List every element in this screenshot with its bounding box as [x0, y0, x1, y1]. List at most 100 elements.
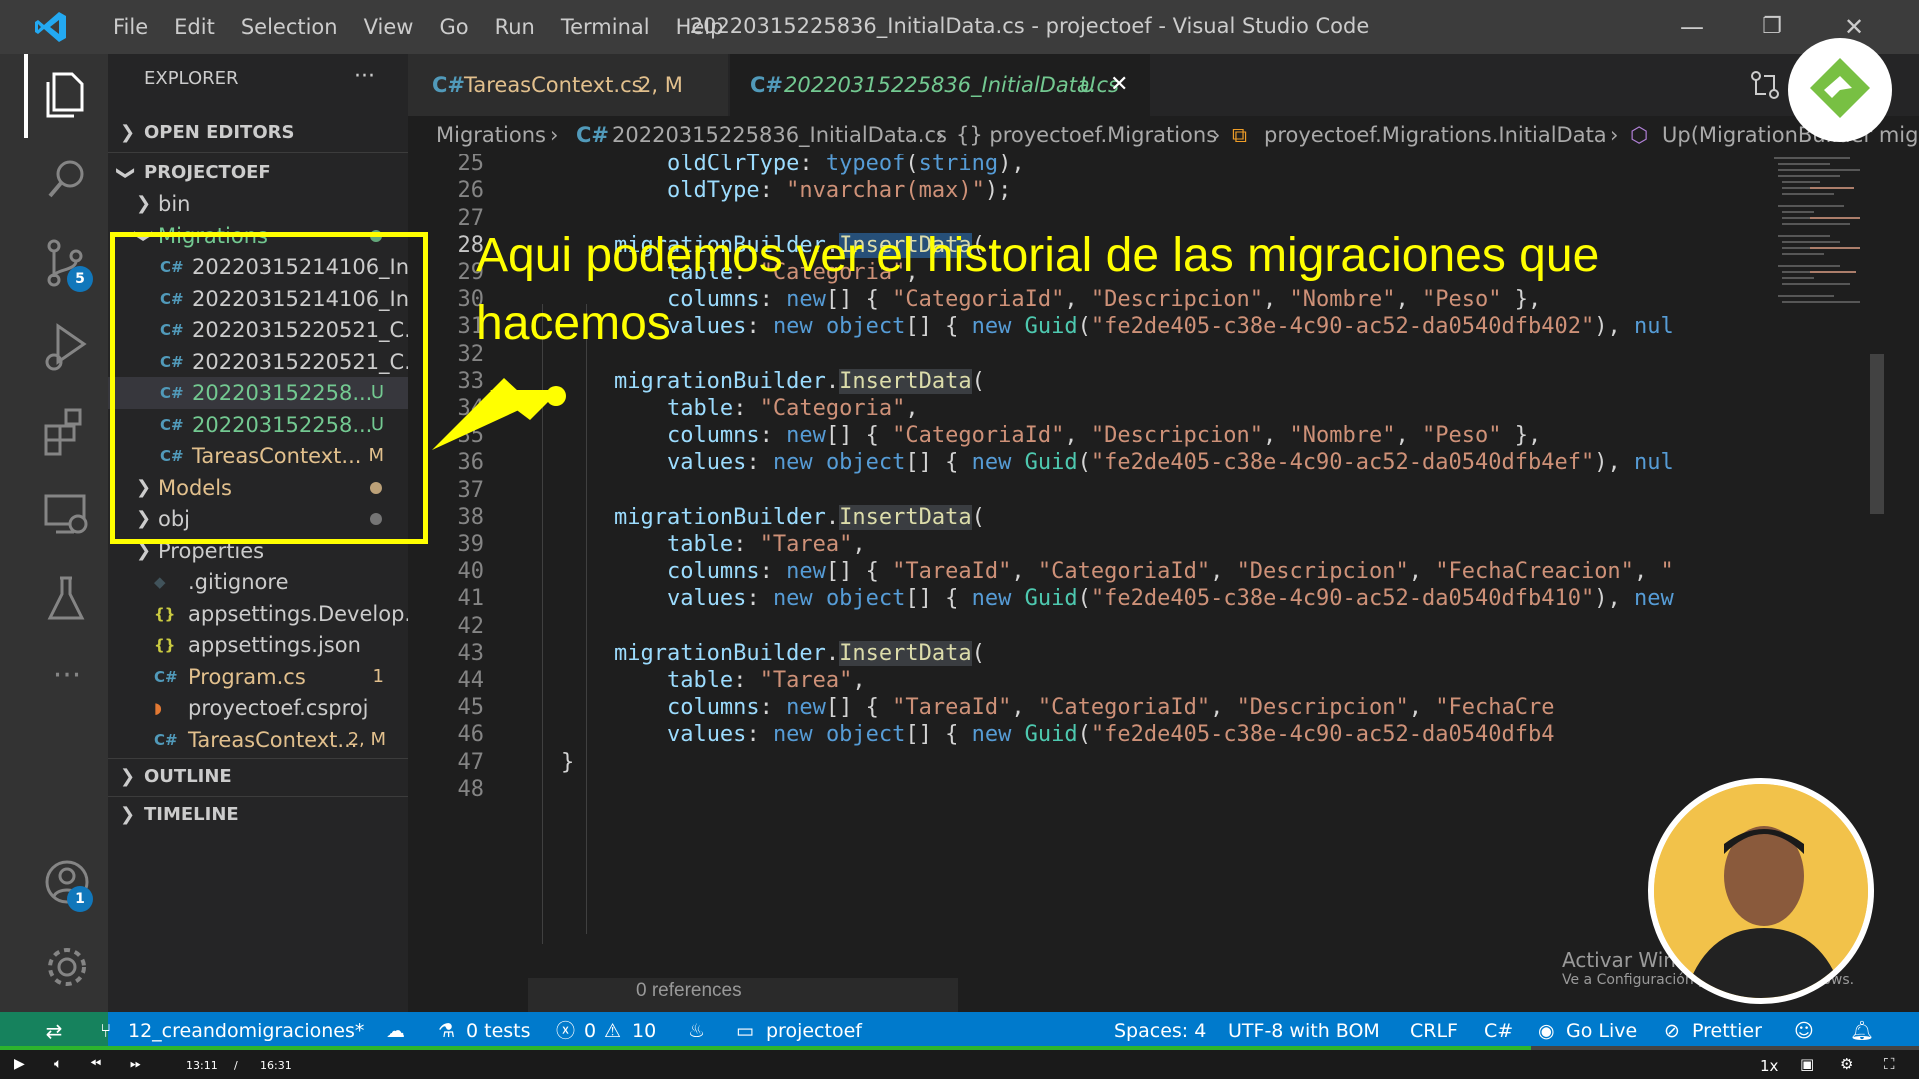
- tree-file[interactable]: ◗ proyectoef.csproj: [108, 692, 408, 724]
- playback-speed[interactable]: 1x: [1760, 1057, 1778, 1075]
- chevron-right-icon: ›: [1212, 123, 1221, 147]
- code-line: migrationBuilder.InsertData(: [613, 504, 985, 530]
- code-line: oldClrType: typeof(string),: [666, 154, 1025, 177]
- tree-item-label: proyectoef.csproj: [188, 696, 369, 720]
- ellipsis-icon[interactable]: ···: [34, 658, 100, 716]
- code-line: columns: new[] { "CategoriaId", "Descrip…: [666, 423, 1542, 449]
- code-line: columns: new[] { "TareaId", "CategoriaId…: [666, 695, 1555, 721]
- branch-name[interactable]: 12_creandomigraciones*: [128, 1012, 364, 1050]
- volume-icon[interactable]: 🔈︎: [54, 1056, 62, 1072]
- tree-file[interactable]: {} appsettings.Develop...: [108, 598, 424, 630]
- error-count[interactable]: 0: [584, 1012, 596, 1050]
- run-debug-icon[interactable]: [34, 318, 100, 376]
- diamond-logo-icon: [1810, 58, 1870, 118]
- json-file-icon: {}: [154, 604, 176, 623]
- chevron-right-icon: ❯: [120, 804, 136, 825]
- gear-icon[interactable]: [34, 938, 100, 996]
- timeline-section[interactable]: ❯ TIMELINE: [108, 798, 408, 832]
- indentation-status[interactable]: Spaces: 4: [1114, 1012, 1206, 1050]
- code-line: values: new object[] { new Guid("fe2de40…: [666, 722, 1555, 748]
- breadcrumb-item[interactable]: proyectoef.Migrations.InitialData: [1264, 116, 1607, 154]
- tab-label: 20220315225836_InitialData.cs: [784, 73, 1119, 97]
- status-bar: ⇄ ⑂ 12_creandomigraciones* ☁ ⚗ 0 tests ⓧ…: [0, 1012, 1919, 1050]
- explorer-more-button[interactable]: ···: [354, 64, 375, 89]
- fullscreen-icon[interactable]: ⛶: [1884, 1055, 1895, 1073]
- tree-item-label: TareasContext...: [188, 727, 358, 752]
- rewind-icon[interactable]: ⏪︎: [90, 1056, 101, 1072]
- tree-folder[interactable]: ❯ bin: [108, 188, 408, 220]
- line-number: 26: [457, 178, 485, 204]
- restore-button[interactable]: ❐: [1752, 10, 1792, 44]
- outline-section[interactable]: ❯ OUTLINE: [108, 760, 408, 794]
- indent-guide: [586, 304, 587, 934]
- minimize-button[interactable]: —: [1672, 10, 1712, 44]
- scrollbar-thumb[interactable]: [1870, 354, 1884, 514]
- breadcrumb-item[interactable]: Migrations: [436, 116, 546, 154]
- tree-item-label: .gitignore: [188, 570, 289, 594]
- highlight-box: [110, 232, 428, 544]
- warning-count[interactable]: 10: [632, 1012, 656, 1050]
- play-icon[interactable]: ▶: [14, 1056, 25, 1072]
- tree-file[interactable]: C# Program.cs 1: [108, 661, 408, 693]
- remote-indicator-icon[interactable]: ⇄: [0, 1012, 108, 1050]
- outline-label: OUTLINE: [144, 766, 232, 787]
- git-status-badge: 1: [372, 665, 384, 687]
- breadcrumb-item[interactable]: {} proyectoef.Migrations: [956, 116, 1217, 154]
- compare-changes-icon[interactable]: [1748, 68, 1782, 102]
- line-number: 48: [457, 776, 485, 802]
- go-live-button[interactable]: Go Live: [1566, 1012, 1637, 1050]
- vscode-window: File Edit Selection View Go Run Terminal Help 2…: [0, 0, 1919, 1079]
- time-separator: /: [234, 1059, 238, 1072]
- prettier-status[interactable]: Prettier: [1692, 1012, 1762, 1050]
- code-line: migrationBuilder.InsertData(: [613, 368, 985, 394]
- code-line: table: "Tarea",: [666, 668, 866, 693]
- codelens-references[interactable]: 0 references: [636, 980, 742, 1002]
- total-time: 16:31: [260, 1059, 292, 1072]
- language-mode[interactable]: C#: [1484, 1012, 1513, 1050]
- tab-initialdata[interactable]: C# 20220315225836_InitialData.cs U ✕: [730, 54, 1150, 116]
- extensions-icon[interactable]: [34, 402, 100, 460]
- csharp-file-icon: C#: [154, 667, 178, 686]
- forward-icon[interactable]: ⏩︎: [130, 1056, 141, 1072]
- branch-icon: ⑂: [100, 1020, 112, 1042]
- tests-status[interactable]: 0 tests: [466, 1012, 531, 1050]
- line-number: 45: [457, 695, 485, 721]
- close-tab-icon[interactable]: ✕: [1110, 54, 1128, 116]
- feedback-icon[interactable]: ☺: [1794, 1012, 1814, 1050]
- tree-file[interactable]: C# TareasContext... 2, M: [108, 724, 408, 756]
- pip-icon[interactable]: ▣: [1800, 1055, 1814, 1073]
- timeline-label: TIMELINE: [144, 804, 239, 825]
- title-bar: File Edit Selection View Go Run Terminal Help 2…: [0, 0, 1919, 54]
- json-file-icon: {}: [154, 636, 176, 654]
- tab-status: 2, M: [638, 73, 683, 97]
- editor-tabs: C# TareasContext.cs 2, M C# 202203152258…: [408, 54, 1919, 116]
- line-number: 43: [457, 640, 485, 666]
- project-folder[interactable]: projectoef: [766, 1012, 862, 1050]
- tree-file[interactable]: {} appsettings.json: [108, 629, 408, 661]
- files-icon[interactable]: [34, 66, 100, 124]
- broadcast-icon: ◉: [1538, 1020, 1555, 1042]
- tab-tareascontext[interactable]: C# TareasContext.cs 2, M: [408, 54, 728, 116]
- eol-status[interactable]: CRLF: [1410, 1012, 1458, 1050]
- line-number: 41: [457, 586, 485, 612]
- folder-icon: ▭: [736, 1020, 754, 1042]
- settings-gear-icon[interactable]: ⚙: [1840, 1055, 1853, 1073]
- project-label: PROJECTOEF: [144, 162, 271, 183]
- remote-explorer-icon[interactable]: [34, 486, 100, 544]
- breadcrumb-item[interactable]: 20220315225836_InitialData.cs: [612, 116, 947, 154]
- code-line: columns: new[] { "TareaId", "CategoriaId…: [666, 559, 1674, 585]
- search-icon[interactable]: [34, 150, 100, 208]
- tab-status: U: [1080, 73, 1096, 97]
- sync-icon[interactable]: ☁: [386, 1012, 405, 1050]
- project-section[interactable]: ❯ PROJECTOEF: [108, 156, 408, 190]
- beaker-icon[interactable]: [34, 570, 100, 628]
- tab-label: TareasContext.cs: [464, 73, 643, 97]
- encoding-status[interactable]: UTF-8 with BOM: [1228, 1012, 1380, 1050]
- error-icon: ⓧ: [556, 1020, 576, 1042]
- open-editors-section[interactable]: ❯ OPEN EDITORS: [108, 116, 408, 150]
- annotation-line: Aqui podemos ver el historial de las mig…: [476, 229, 1600, 282]
- tree-file[interactable]: ◆ .gitignore: [108, 566, 408, 598]
- notifications-icon[interactable]: 🔔︎: [1850, 1012, 1874, 1050]
- flame-icon[interactable]: ♨: [688, 1012, 705, 1050]
- minimap[interactable]: [1770, 154, 1870, 334]
